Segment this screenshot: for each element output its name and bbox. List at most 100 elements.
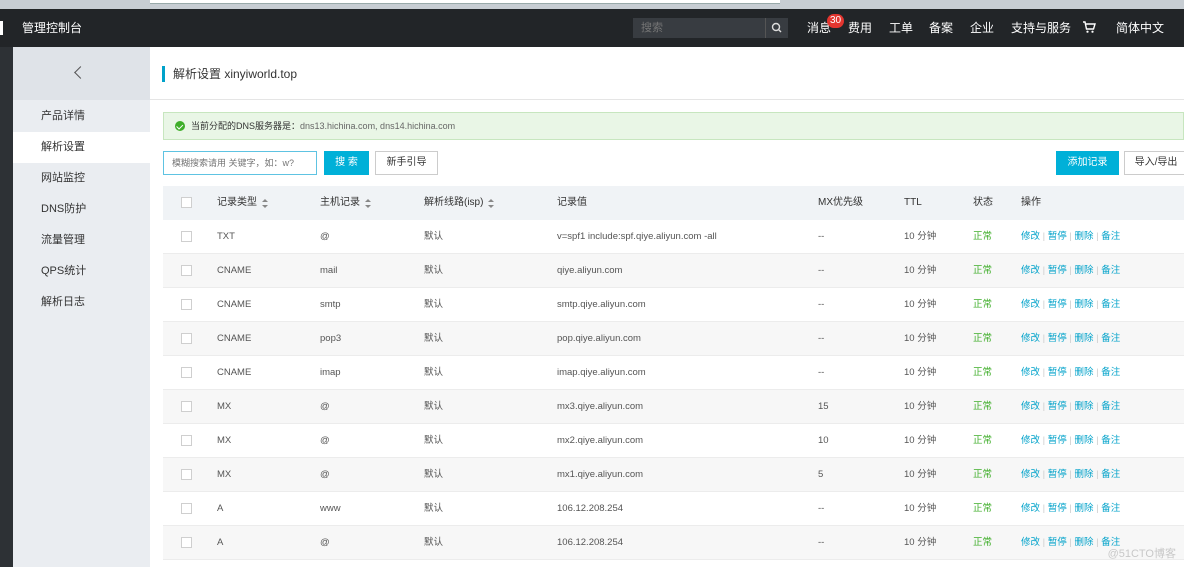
delete-link[interactable]: 删除 <box>1075 265 1094 276</box>
edit-link[interactable]: 修改 <box>1021 401 1040 412</box>
table-row: CNAME mail 默认 qiye.aliyun.com -- 10 分钟 正常 修改 | … <box>163 254 1184 288</box>
record-type: CNAME <box>217 299 252 310</box>
nav-billing[interactable]: 费用 <box>848 9 872 47</box>
host-record: pop3 <box>320 333 342 344</box>
edit-link[interactable]: 修改 <box>1021 503 1040 514</box>
action-separator: | <box>1066 537 1075 548</box>
mx-priority: -- <box>818 231 825 242</box>
edit-link[interactable]: 修改 <box>1021 537 1040 548</box>
resolution-line: 默认 <box>424 299 444 310</box>
nav-messages[interactable]: 消息 <box>807 9 831 47</box>
delete-link[interactable]: 删除 <box>1075 435 1094 446</box>
note-link[interactable]: 备注 <box>1101 299 1120 310</box>
pause-link[interactable]: 暂停 <box>1048 503 1067 514</box>
sidebar-item-qps-stats[interactable]: QPS统计 <box>13 256 150 287</box>
browser-tab[interactable] <box>150 0 780 4</box>
search-input[interactable] <box>633 18 763 38</box>
row-checkbox[interactable] <box>181 265 192 276</box>
header-mx-priority: MX优先级 <box>818 197 863 208</box>
row-checkbox[interactable] <box>181 537 192 548</box>
table-row: Awww 默认 106.12.208.254 -- 10 分钟 正常 修改 | 暂停 | 删… <box>163 492 1184 526</box>
record-search-input[interactable] <box>163 151 317 175</box>
edit-link[interactable]: 修改 <box>1021 231 1040 242</box>
delete-link[interactable]: 删除 <box>1075 231 1094 242</box>
pause-link[interactable]: 暂停 <box>1048 367 1067 378</box>
pause-link[interactable]: 暂停 <box>1048 537 1067 548</box>
nav-icp[interactable]: 备案 <box>929 9 953 47</box>
edit-link[interactable]: 修改 <box>1021 265 1040 276</box>
nav-tickets[interactable]: 工单 <box>889 9 913 47</box>
pause-link[interactable]: 暂停 <box>1048 435 1067 446</box>
note-link[interactable]: 备注 <box>1101 367 1120 378</box>
edit-link[interactable]: 修改 <box>1021 435 1040 446</box>
edit-link[interactable]: 修改 <box>1021 299 1040 310</box>
check-circle-icon <box>175 121 185 131</box>
nav-language[interactable]: 简体中文 <box>1116 9 1164 47</box>
row-checkbox[interactable] <box>181 503 192 514</box>
table-row: MX @ 默认 mx3.qiye.aliyun.com 15 10 分钟 正常 修改 | 暂停… <box>163 390 1184 424</box>
pause-link[interactable]: 暂停 <box>1048 469 1067 480</box>
edit-link[interactable]: 修改 <box>1021 367 1040 378</box>
cart-icon[interactable] <box>1082 20 1096 37</box>
header-host[interactable]: 主机记录 <box>320 186 360 220</box>
resolution-line: 默认 <box>424 401 444 412</box>
nav-enterprise[interactable]: 企业 <box>970 9 994 47</box>
sidebar-item-site-monitoring[interactable]: 网站监控 <box>13 163 150 194</box>
watermark: @51CTO博客 <box>1107 548 1176 560</box>
search-button[interactable] <box>765 18 788 38</box>
delete-link[interactable]: 删除 <box>1075 401 1094 412</box>
console-title[interactable]: 管理控制台 <box>22 9 82 47</box>
sidebar-item-product-details[interactable]: 产品详情 <box>13 101 150 132</box>
host-record: mail <box>320 265 338 276</box>
header-record-type[interactable]: 记录类型 <box>217 186 257 220</box>
import-export-button[interactable]: 导入/导出 <box>1124 151 1184 175</box>
sort-icon[interactable] <box>262 199 268 208</box>
pause-link[interactable]: 暂停 <box>1048 401 1067 412</box>
note-link[interactable]: 备注 <box>1101 503 1120 514</box>
row-checkbox[interactable] <box>181 401 192 412</box>
delete-link[interactable]: 删除 <box>1075 469 1094 480</box>
note-link[interactable]: 备注 <box>1101 469 1120 480</box>
row-checkbox[interactable] <box>181 367 192 378</box>
note-link[interactable]: 备注 <box>1101 435 1120 446</box>
header-line[interactable]: 解析线路(isp) <box>424 186 483 220</box>
sidebar-collapse-button[interactable] <box>13 47 150 100</box>
guide-button[interactable]: 新手引导 <box>375 151 438 175</box>
pause-link[interactable]: 暂停 <box>1048 333 1067 344</box>
search-button[interactable]: 搜 索 <box>324 151 369 175</box>
add-record-button[interactable]: 添加记录 <box>1056 151 1119 175</box>
status: 正常 <box>973 299 993 310</box>
sidebar-item-dns-logs[interactable]: 解析日志 <box>13 287 150 318</box>
header-ttl: TTL <box>904 197 922 208</box>
row-checkbox[interactable] <box>181 435 192 446</box>
row-checkbox[interactable] <box>181 333 192 344</box>
delete-link[interactable]: 删除 <box>1075 333 1094 344</box>
note-link[interactable]: 备注 <box>1101 333 1120 344</box>
delete-link[interactable]: 删除 <box>1075 299 1094 310</box>
row-checkbox[interactable] <box>181 469 192 480</box>
edit-link[interactable]: 修改 <box>1021 333 1040 344</box>
row-checkbox[interactable] <box>181 231 192 242</box>
note-link[interactable]: 备注 <box>1101 265 1120 276</box>
pause-link[interactable]: 暂停 <box>1048 231 1067 242</box>
sidebar-item-dns-protection[interactable]: DNS防护 <box>13 194 150 225</box>
edit-link[interactable]: 修改 <box>1021 469 1040 480</box>
row-actions: 修改 | 暂停 | 删除 | 备注 <box>1021 254 1120 288</box>
note-link[interactable]: 备注 <box>1101 231 1120 242</box>
sort-icon[interactable] <box>365 199 371 208</box>
pause-link[interactable]: 暂停 <box>1048 299 1067 310</box>
select-all-checkbox[interactable] <box>181 197 192 208</box>
sidebar-item-dns-settings[interactable]: 解析设置 <box>13 132 150 163</box>
action-separator: | <box>1040 231 1048 242</box>
delete-link[interactable]: 删除 <box>1075 367 1094 378</box>
delete-link[interactable]: 删除 <box>1075 537 1094 548</box>
nav-support[interactable]: 支持与服务 <box>1011 9 1071 47</box>
note-link[interactable]: 备注 <box>1101 401 1120 412</box>
sidebar-item-traffic-management[interactable]: 流量管理 <box>13 225 150 256</box>
action-separator: | <box>1066 333 1075 344</box>
row-checkbox[interactable] <box>181 299 192 310</box>
delete-link[interactable]: 删除 <box>1075 503 1094 514</box>
pause-link[interactable]: 暂停 <box>1048 265 1067 276</box>
sort-icon[interactable] <box>488 199 494 208</box>
header-value: 记录值 <box>557 197 587 208</box>
